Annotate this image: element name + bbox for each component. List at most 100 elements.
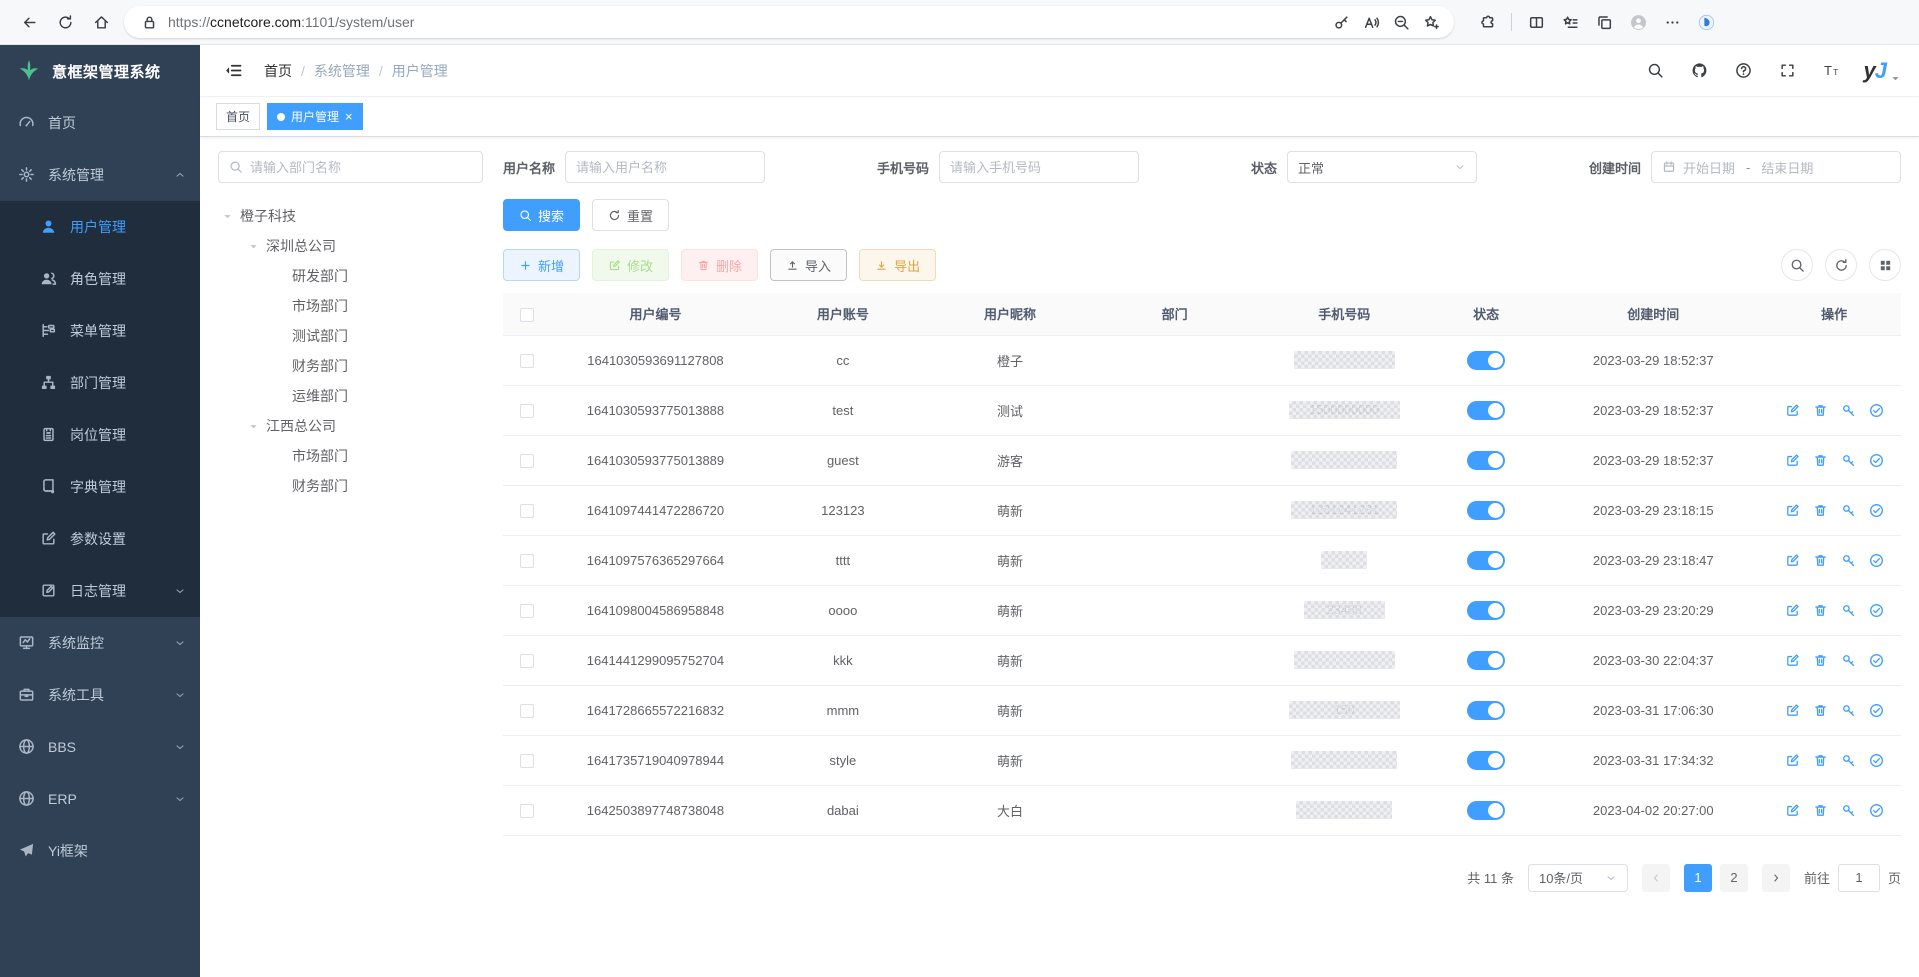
row-checkbox[interactable] — [520, 554, 534, 568]
tab-用户管理[interactable]: 用户管理× — [267, 103, 363, 130]
delete-row-button[interactable] — [1813, 553, 1828, 568]
reset-password-button[interactable] — [1841, 653, 1856, 668]
tree-node-江西总公司[interactable]: 江西总公司 — [218, 411, 483, 441]
tree-node-研发部门[interactable]: 研发部门 — [218, 261, 483, 291]
status-toggle[interactable] — [1467, 701, 1505, 720]
sidebar-item-菜单管理[interactable]: 菜单管理 — [0, 305, 200, 357]
edit-row-button[interactable] — [1785, 703, 1800, 718]
assign-role-button[interactable] — [1869, 603, 1884, 618]
assign-role-button[interactable] — [1869, 753, 1884, 768]
phone-input[interactable] — [950, 160, 1128, 175]
sidebar-item-系统工具[interactable]: 系统工具 — [0, 669, 200, 721]
delete-row-button[interactable] — [1813, 453, 1828, 468]
delete-row-button[interactable] — [1813, 703, 1828, 718]
sidebar-item-ERP[interactable]: ERP — [0, 773, 200, 825]
copy-button[interactable] — [1589, 7, 1619, 37]
import-button[interactable]: 导入 — [770, 249, 847, 281]
search-button[interactable]: 搜索 — [503, 199, 580, 231]
status-toggle[interactable] — [1467, 351, 1505, 370]
avatar-person[interactable] — [1623, 7, 1653, 37]
copilot-button[interactable] — [1691, 7, 1721, 37]
sidebar-item-字典管理[interactable]: 字典管理 — [0, 461, 200, 513]
puzzle-button[interactable] — [1472, 7, 1502, 37]
add-button[interactable]: 新增 — [503, 249, 580, 281]
row-checkbox[interactable] — [520, 804, 534, 818]
row-checkbox[interactable] — [520, 504, 534, 518]
tree-node-市场部门[interactable]: 市场部门 — [218, 441, 483, 471]
row-checkbox[interactable] — [520, 704, 534, 718]
prev-page-button[interactable] — [1642, 864, 1670, 892]
tree-node-运维部门[interactable]: 运维部门 — [218, 381, 483, 411]
date-range-picker[interactable]: 开始日期 - 结束日期 — [1651, 151, 1901, 183]
status-select[interactable]: 正常 — [1287, 151, 1477, 183]
star-plus-icon[interactable] — [1418, 9, 1444, 35]
edit-row-button[interactable] — [1785, 553, 1800, 568]
key-icon[interactable] — [1328, 9, 1354, 35]
sidebar-item-参数设置[interactable]: 参数设置 — [0, 513, 200, 565]
tab-首页[interactable]: 首页 — [216, 103, 260, 130]
star-list-button[interactable] — [1555, 7, 1585, 37]
user-avatar[interactable]: yJ — [1864, 58, 1902, 84]
reset-password-button[interactable] — [1841, 803, 1856, 818]
tree-node-市场部门[interactable]: 市场部门 — [218, 291, 483, 321]
row-checkbox[interactable] — [520, 604, 534, 618]
status-toggle[interactable] — [1467, 501, 1505, 520]
delete-row-button[interactable] — [1813, 653, 1828, 668]
page-2[interactable]: 2 — [1720, 864, 1748, 892]
sidebar-item-角色管理[interactable]: 角色管理 — [0, 253, 200, 305]
delete-row-button[interactable] — [1813, 503, 1828, 518]
edit-row-button[interactable] — [1785, 653, 1800, 668]
reset-button[interactable]: 重置 — [592, 199, 669, 231]
refresh-table-button[interactable] — [1825, 249, 1857, 281]
delete-row-button[interactable] — [1813, 753, 1828, 768]
delete-row-button[interactable] — [1813, 403, 1828, 418]
reset-password-button[interactable] — [1841, 403, 1856, 418]
font-size-button[interactable]: TT — [1820, 59, 1844, 83]
assign-role-button[interactable] — [1869, 803, 1884, 818]
row-checkbox[interactable] — [520, 454, 534, 468]
edit-row-button[interactable] — [1785, 803, 1800, 818]
sidebar-item-Yi框架[interactable]: Yi框架 — [0, 825, 200, 877]
read-aloud-icon[interactable] — [1358, 9, 1384, 35]
page-size-select[interactable]: 10条/页 — [1528, 864, 1628, 892]
delete-button[interactable]: 删除 — [681, 249, 758, 281]
edit-row-button[interactable] — [1785, 753, 1800, 768]
breadcrumb-item[interactable]: 系统管理 — [314, 61, 370, 81]
username-input[interactable] — [576, 160, 754, 175]
sidebar-item-日志管理[interactable]: 日志管理 — [0, 565, 200, 617]
reset-password-button[interactable] — [1841, 553, 1856, 568]
edit-button[interactable]: 修改 — [592, 249, 669, 281]
assign-role-button[interactable] — [1869, 403, 1884, 418]
delete-row-button[interactable] — [1813, 603, 1828, 618]
address-bar[interactable]: https://ccnetcore.com:1101/system/user — [124, 6, 1454, 38]
sidebar-item-岗位管理[interactable]: 岗位管理 — [0, 409, 200, 461]
reset-password-button[interactable] — [1841, 453, 1856, 468]
edit-row-button[interactable] — [1785, 403, 1800, 418]
sidebar-item-系统监控[interactable]: 系统监控 — [0, 617, 200, 669]
edit-row-button[interactable] — [1785, 503, 1800, 518]
next-page-button[interactable] — [1762, 864, 1790, 892]
close-tab-icon[interactable]: × — [345, 110, 353, 123]
status-toggle[interactable] — [1467, 651, 1505, 670]
assign-role-button[interactable] — [1869, 553, 1884, 568]
column-settings-button[interactable] — [1869, 249, 1901, 281]
row-checkbox[interactable] — [520, 354, 534, 368]
status-toggle[interactable] — [1467, 401, 1505, 420]
fold-sidebar-icon[interactable] — [218, 56, 248, 86]
breadcrumb-item[interactable]: 首页 — [264, 61, 292, 81]
tree-node-测试部门[interactable]: 测试部门 — [218, 321, 483, 351]
tree-node-橙子科技[interactable]: 橙子科技 — [218, 201, 483, 231]
sidebar-item-首页[interactable]: 首页 — [0, 97, 200, 149]
row-checkbox[interactable] — [520, 754, 534, 768]
search-button[interactable] — [1644, 59, 1668, 83]
assign-role-button[interactable] — [1869, 503, 1884, 518]
sidebar-item-部门管理[interactable]: 部门管理 — [0, 357, 200, 409]
delete-row-button[interactable] — [1813, 803, 1828, 818]
assign-role-button[interactable] — [1869, 653, 1884, 668]
split-screen-button[interactable] — [1521, 7, 1551, 37]
toggle-search-button[interactable] — [1781, 249, 1813, 281]
sidebar-item-系统管理[interactable]: 系统管理 — [0, 149, 200, 201]
status-toggle[interactable] — [1467, 451, 1505, 470]
export-button[interactable]: 导出 — [859, 249, 936, 281]
row-checkbox[interactable] — [520, 404, 534, 418]
